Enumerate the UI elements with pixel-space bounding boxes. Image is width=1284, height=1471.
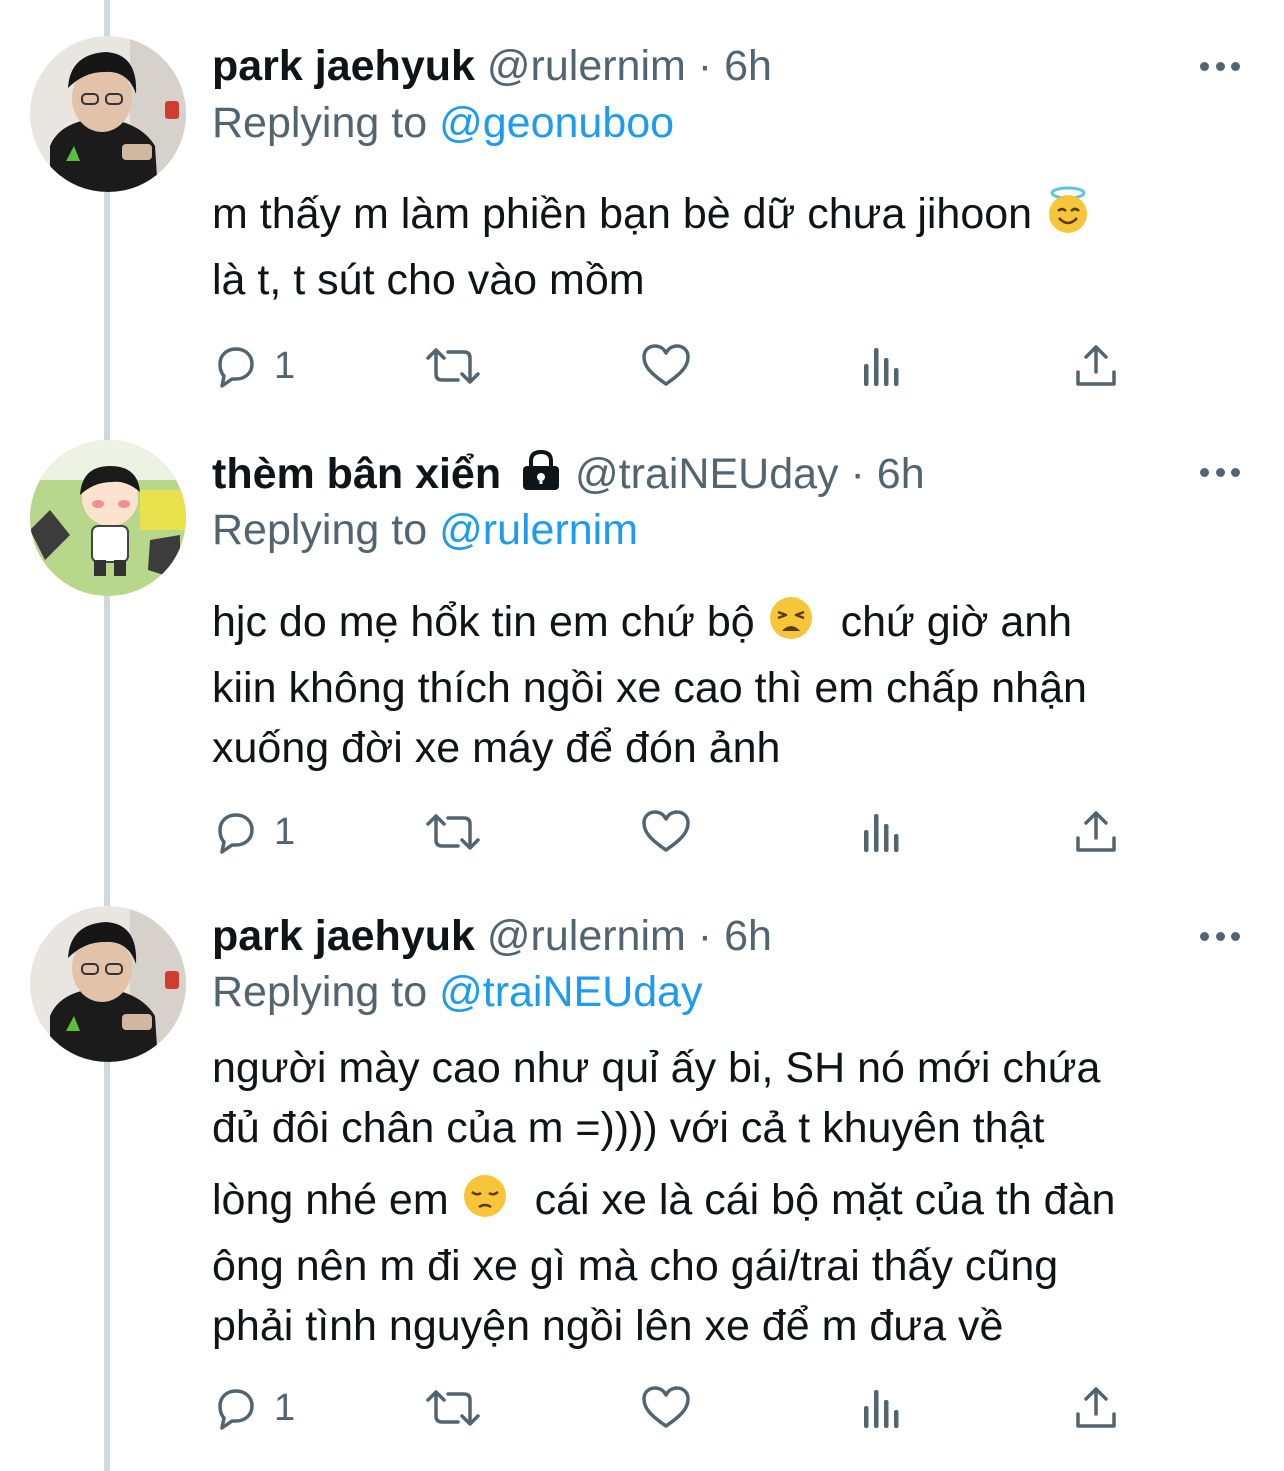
analytics-button[interactable] <box>860 802 904 862</box>
tweet-text-segment: lòng nhé em <box>212 1176 449 1224</box>
share-button[interactable] <box>1072 1378 1120 1438</box>
retweet-icon <box>426 1390 480 1426</box>
user-handle[interactable]: @rulernim <box>487 912 686 960</box>
tweet-text-line: kiin không thích ngồi xe cao thì em chấp… <box>212 664 1087 712</box>
replying-to: Replying to @traiNEUday <box>212 964 703 1020</box>
share-button[interactable] <box>1072 802 1120 862</box>
share-button[interactable] <box>1072 336 1120 396</box>
user-handle[interactable]: @rulernim <box>487 42 686 90</box>
tweet-text-line: m thấy m làm phiền bạn bè dữ chưa jihoon <box>212 184 1092 250</box>
weary-face-icon <box>767 594 815 658</box>
retweet-icon <box>426 814 480 850</box>
tweet-actions: 1 <box>212 336 1142 396</box>
like-icon <box>642 344 690 386</box>
separator-dot: · <box>850 450 865 498</box>
tweet-text: hjc do mẹ hổk tin em chứ bộ chứ giờ anh … <box>212 592 1087 778</box>
analytics-icon <box>864 1390 899 1428</box>
replying-to: Replying to @geonuboo <box>212 95 674 151</box>
tweet-text-segment: chứ giờ anh <box>840 598 1073 646</box>
more-options-icon[interactable] <box>1200 930 1240 942</box>
protected-lock-icon <box>519 448 563 506</box>
reply-button[interactable]: 1 <box>212 802 295 862</box>
tweet-header: park jaehyuk @rulernim · 6h <box>212 38 772 94</box>
reply-mention-link[interactable]: @traiNEUday <box>439 968 703 1016</box>
thread-connector-line <box>104 0 110 1471</box>
more-options-icon[interactable] <box>1200 60 1240 72</box>
avatar-photo-icon <box>30 36 186 192</box>
avatar[interactable] <box>30 36 186 192</box>
tweet-text-segment: cái xe là cái bộ mặt của th đàn <box>534 1176 1116 1224</box>
display-name[interactable]: thèm bân xiển <box>212 450 501 498</box>
analytics-icon <box>864 814 899 852</box>
reply-icon <box>218 813 254 854</box>
more-options-icon[interactable] <box>1200 466 1240 478</box>
replying-to-label: Replying to <box>212 506 428 554</box>
share-icon <box>1076 345 1116 386</box>
reply-mention-link[interactable]: @geonuboo <box>439 99 674 147</box>
tweet-text-line: xuống đời xe máy để đón ảnh <box>212 724 781 772</box>
tweet-text-line: ông nên m đi xe gì mà cho gái/trai thấy … <box>212 1242 1059 1290</box>
tweet-text-segment: hjc do mẹ hổk tin em chứ bộ <box>212 598 755 646</box>
reply-count: 1 <box>274 344 296 387</box>
reply-count: 1 <box>274 810 296 853</box>
reply-button[interactable]: 1 <box>212 1378 295 1438</box>
tweet-text-line: người mày cao như quỉ ấy bi, SH nó mới c… <box>212 1044 1101 1092</box>
share-icon <box>1076 1387 1116 1428</box>
retweet-button[interactable] <box>424 1378 482 1438</box>
retweet-button[interactable] <box>424 336 482 396</box>
pensive-face-icon <box>461 1172 509 1236</box>
analytics-button[interactable] <box>860 1378 904 1438</box>
avatar[interactable] <box>30 906 186 1062</box>
display-name[interactable]: park jaehyuk <box>212 42 475 90</box>
separator-dot: · <box>697 42 713 90</box>
display-name[interactable]: park jaehyuk <box>212 912 475 960</box>
replying-to-label: Replying to <box>212 99 428 147</box>
retweet-icon <box>426 348 480 384</box>
user-handle[interactable]: @traiNEUday <box>575 450 839 498</box>
tweet-text: người mày cao như quỉ ấy bi, SH nó mới c… <box>212 1038 1115 1356</box>
separator-dot: · <box>697 912 713 960</box>
tweet-header: thèm bân xiển @traiNEUday · 6h <box>212 446 925 502</box>
analytics-button[interactable] <box>860 336 904 396</box>
reply-count: 1 <box>274 1386 296 1429</box>
like-icon <box>642 810 690 852</box>
reply-icon <box>218 347 254 388</box>
retweet-button[interactable] <box>424 802 482 862</box>
tweet-header: park jaehyuk @rulernim · 6h <box>212 908 772 964</box>
avatar-photo-icon <box>30 906 186 1062</box>
tweet-text-line: là t, t sút cho vào mồm <box>212 256 645 304</box>
like-icon <box>642 1386 690 1428</box>
tweet-actions: 1 <box>212 802 1142 862</box>
halo-face-icon <box>1044 186 1092 250</box>
tweet-text-segment: m thấy m làm phiền bạn bè dữ chưa jihoon <box>212 190 1033 238</box>
timestamp[interactable]: 6h <box>724 912 772 960</box>
tweet-actions: 1 <box>212 1378 1142 1438</box>
timestamp[interactable]: 6h <box>877 450 925 498</box>
tweet-text-line: lòng nhé em cái xe là cái bộ mặt của th … <box>212 1170 1115 1236</box>
reply-icon <box>218 1389 254 1430</box>
reply-button[interactable]: 1 <box>212 336 295 396</box>
like-button[interactable] <box>640 1378 692 1438</box>
replying-to: Replying to @rulernim <box>212 502 638 558</box>
timestamp[interactable]: 6h <box>724 42 772 90</box>
like-button[interactable] <box>640 336 692 396</box>
avatar[interactable] <box>30 440 186 596</box>
replying-to-label: Replying to <box>212 968 428 1016</box>
share-icon <box>1076 811 1116 852</box>
tweet-text: m thấy m làm phiền bạn bè dữ chưa jihoon… <box>212 184 1092 310</box>
like-button[interactable] <box>640 802 692 862</box>
analytics-icon <box>864 348 899 386</box>
reply-mention-link[interactable]: @rulernim <box>439 506 638 554</box>
tweet-text-line: phải tình nguyện ngồi lên xe để m đưa về <box>212 1302 1004 1350</box>
tweet-text-line: hjc do mẹ hổk tin em chứ bộ chứ giờ anh <box>212 592 1087 658</box>
tweet-text-line: đủ đôi chân của m =)))) với cả t khuyên … <box>212 1104 1045 1152</box>
avatar-cartoon-icon <box>30 440 186 596</box>
